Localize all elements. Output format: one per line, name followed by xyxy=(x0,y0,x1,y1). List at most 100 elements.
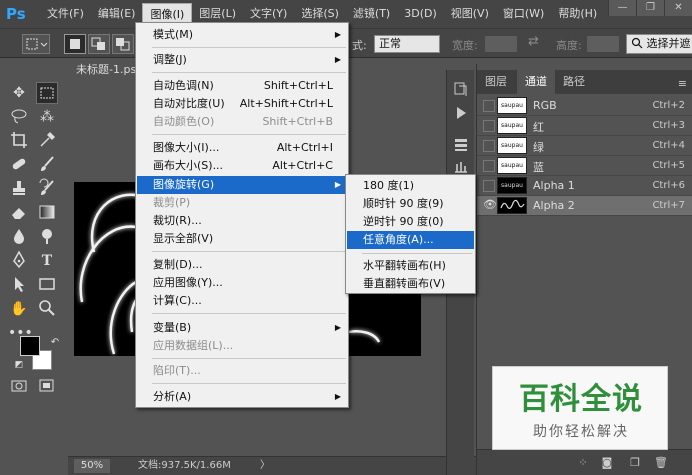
move-tool-icon[interactable]: ✥ xyxy=(8,82,30,104)
healing-brush-icon[interactable] xyxy=(8,154,30,176)
save-selection-icon[interactable]: ◙ xyxy=(599,455,615,471)
type-tool-icon[interactable]: T xyxy=(36,250,58,272)
marquee-preset-icon[interactable] xyxy=(22,34,50,54)
menu-item-calculations[interactable]: 计算(C)... xyxy=(137,292,347,310)
channel-row-green[interactable]: saupau 绿 Ctrl+4 xyxy=(477,136,692,156)
search-icon xyxy=(631,37,643,49)
menu-item-rotate-90-ccw[interactable]: 逆时针 90 度(0) xyxy=(347,213,474,231)
marquee-tool-icon[interactable] xyxy=(36,82,58,104)
channel-visibility-toggle[interactable] xyxy=(483,160,495,172)
toolbox: ✥ ⁂ T ✋ ••• ↶ ◩ xyxy=(0,70,68,475)
menu-item-label: 应用图像(Y)... xyxy=(153,276,223,289)
restore-button[interactable]: ❐ xyxy=(636,0,664,16)
foreground-color-swatch[interactable] xyxy=(20,336,40,356)
magic-wand-icon[interactable]: ⁂ xyxy=(36,106,58,128)
menu-view[interactable]: 视图(V) xyxy=(444,3,496,25)
tab-paths[interactable]: 路径 xyxy=(555,70,593,94)
new-channel-icon[interactable]: ❐ xyxy=(627,455,643,471)
swap-colors-icon[interactable]: ↶ xyxy=(44,332,66,354)
document-tab[interactable]: 未标题-1.psd xyxy=(70,59,136,81)
menu-item-flip-horizontal[interactable]: 水平翻转画布(H) xyxy=(347,257,474,275)
menu-item-apply-image[interactable]: 应用图像(Y)... xyxy=(137,274,347,292)
menu-item-variables[interactable]: 变量(B) ▶ xyxy=(137,319,347,337)
menu-item-adjust[interactable]: 调整(J) ▶ xyxy=(137,51,347,69)
default-colors-icon[interactable]: ◩ xyxy=(8,354,30,376)
history-brush-icon[interactable] xyxy=(36,178,58,200)
path-selection-icon[interactable] xyxy=(8,274,30,296)
select-and-mask-label: 选择并遮 xyxy=(646,37,691,50)
channel-row-red[interactable]: saupau 红 Ctrl+3 xyxy=(477,116,692,136)
add-selection-icon[interactable] xyxy=(88,34,110,54)
channel-row-rgb[interactable]: saupau RGB Ctrl+2 xyxy=(477,96,692,116)
channel-row-alpha-2[interactable]: 👁 Alpha 2 Ctrl+7 xyxy=(477,196,692,216)
menu-item-rotate-90-cw[interactable]: 顺时针 90 度(9) xyxy=(347,195,474,213)
panel-menu-icon[interactable]: ≡ xyxy=(678,77,687,90)
menu-item-reveal-all[interactable]: 显示全部(V) xyxy=(137,230,347,248)
eyedropper-icon[interactable] xyxy=(36,130,58,152)
close-button[interactable]: ✕ xyxy=(664,0,692,16)
rectangle-tool-icon[interactable] xyxy=(36,274,58,296)
zoom-level[interactable]: 50% xyxy=(74,459,110,473)
trash-icon[interactable]: 🗑 xyxy=(653,455,669,471)
channel-thumbnail: saupau xyxy=(497,177,527,194)
menu-item-rotate-180[interactable]: 180 度(1) xyxy=(347,177,474,195)
menu-filter[interactable]: 滤镜(T) xyxy=(346,3,397,25)
channel-visibility-toggle[interactable] xyxy=(483,140,495,152)
menu-item-trim[interactable]: 裁切(R)... xyxy=(137,212,347,230)
width-field[interactable] xyxy=(484,35,518,53)
channel-visibility-toggle[interactable] xyxy=(483,120,495,132)
select-and-mask-button[interactable]: 选择并遮 xyxy=(626,34,692,54)
quick-mask-icon[interactable] xyxy=(8,376,30,398)
load-selection-icon[interactable]: ⁘ xyxy=(575,455,591,471)
channel-visibility-toggle[interactable] xyxy=(483,100,495,112)
channel-thumbnail: saupau xyxy=(497,157,527,174)
menu-3d[interactable]: 3D(D) xyxy=(397,3,444,25)
minimize-button[interactable]: — xyxy=(608,0,636,16)
menu-item-image-size[interactable]: 图像大小(I)... Alt+Ctrl+I xyxy=(137,139,347,157)
menu-separator xyxy=(152,313,346,314)
menu-item-label: 模式(M) xyxy=(153,28,194,41)
gradient-tool-icon[interactable] xyxy=(36,202,58,224)
eraser-tool-icon[interactable] xyxy=(8,202,30,224)
properties-panel-icon[interactable] xyxy=(451,136,471,156)
channel-visibility-toggle[interactable] xyxy=(483,180,495,192)
height-field[interactable] xyxy=(586,35,620,53)
menu-window[interactable]: 窗口(W) xyxy=(496,3,551,25)
menu-item-analysis[interactable]: 分析(A) ▶ xyxy=(137,388,347,406)
crop-tool-icon[interactable] xyxy=(8,130,30,152)
dodge-tool-icon[interactable] xyxy=(36,226,58,248)
lasso-tool-icon[interactable] xyxy=(8,106,30,128)
menu-file[interactable]: 文件(F) xyxy=(40,3,91,25)
new-selection-icon[interactable] xyxy=(64,34,86,54)
actions-play-icon[interactable] xyxy=(451,104,471,124)
eye-icon[interactable]: 👁 xyxy=(483,199,497,212)
channel-row-alpha-1[interactable]: saupau Alpha 1 Ctrl+6 xyxy=(477,176,692,196)
clone-stamp-icon[interactable] xyxy=(8,178,30,200)
menu-item-auto-tone[interactable]: 自动色调(N) Shift+Ctrl+L xyxy=(137,77,347,95)
hand-tool-icon[interactable]: ✋ xyxy=(8,298,30,320)
subtract-selection-icon[interactable] xyxy=(112,34,134,54)
zoom-tool-icon[interactable] xyxy=(36,298,58,320)
channel-row-blue[interactable]: saupau 蓝 Ctrl+5 xyxy=(477,156,692,176)
blur-tool-icon[interactable] xyxy=(8,226,30,248)
watermark-logo: 百科全说 助你轻松解决 xyxy=(492,366,668,450)
swap-dimensions-icon[interactable]: ⇄ xyxy=(528,34,539,49)
menu-item-mode[interactable]: 模式(M) ▶ xyxy=(137,26,347,44)
channel-name: 红 xyxy=(533,121,544,134)
menu-item-label: 图像旋转(G) xyxy=(153,178,215,191)
menu-item-image-rotation[interactable]: 图像旋转(G) ▶ xyxy=(137,176,347,194)
menu-item-arbitrary-rotation[interactable]: 任意角度(A)... xyxy=(347,231,474,249)
brush-tool-icon[interactable] xyxy=(36,154,58,176)
menu-item-auto-contrast[interactable]: 自动对比度(U) Alt+Shift+Ctrl+L xyxy=(137,95,347,113)
menu-item-duplicate[interactable]: 复制(D)... xyxy=(137,256,347,274)
status-menu-arrow[interactable]: 〉 xyxy=(260,459,270,473)
menu-item-flip-vertical[interactable]: 垂直翻转画布(V) xyxy=(347,275,474,293)
pen-tool-icon[interactable] xyxy=(8,250,30,272)
tab-layers[interactable]: 图层 xyxy=(477,70,515,94)
history-panel-icon[interactable] xyxy=(451,80,471,100)
menu-help[interactable]: 帮助(H) xyxy=(551,3,604,25)
tab-channels[interactable]: 通道 xyxy=(517,70,555,94)
screen-mode-icon[interactable] xyxy=(36,376,58,398)
menu-item-canvas-size[interactable]: 画布大小(S)... Alt+Ctrl+C xyxy=(137,157,347,175)
style-select[interactable]: 正常 xyxy=(374,35,440,53)
